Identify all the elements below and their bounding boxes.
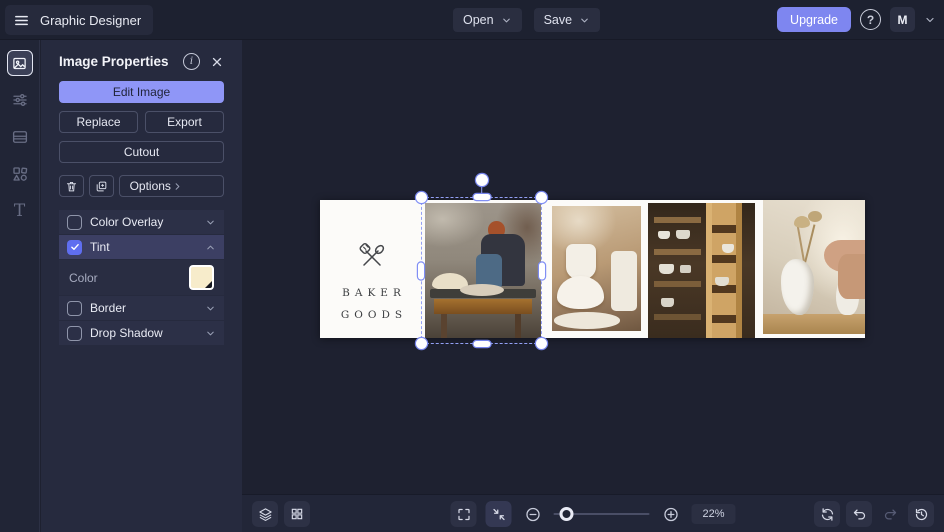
open-button[interactable]: Open	[453, 8, 522, 32]
chevron-down-icon	[579, 15, 590, 26]
drop-shadow-checkbox[interactable]	[67, 325, 82, 341]
photo-vase-with-hand[interactable]	[763, 200, 865, 334]
image-properties-panel: Image Properties i Edit Image Replace Ex…	[41, 40, 242, 532]
chevron-down-icon[interactable]	[205, 303, 216, 314]
sidebar-item-text[interactable]: T	[7, 198, 33, 224]
fit-to-screen-button[interactable]	[485, 501, 512, 527]
zoom-out-icon	[524, 506, 541, 523]
edit-image-button[interactable]: Edit Image	[59, 81, 224, 103]
sidebar: T	[0, 40, 40, 532]
sidebar-item-pages[interactable]	[7, 124, 33, 150]
chevron-down-icon	[501, 15, 512, 26]
main-menu[interactable]: Graphic Designer	[5, 5, 154, 35]
app-title: Graphic Designer	[40, 12, 142, 28]
section-color-overlay[interactable]: Color Overlay	[59, 210, 224, 234]
pages-grid-button[interactable]	[284, 501, 310, 527]
sidebar-item-adjust[interactable]	[7, 87, 33, 113]
shapes-icon	[11, 165, 29, 183]
rotate-handle[interactable]	[475, 174, 488, 186]
save-button[interactable]: Save	[533, 8, 601, 32]
chevron-up-icon[interactable]	[205, 242, 216, 253]
sliders-icon	[11, 91, 29, 109]
cutout-button[interactable]: Cutout	[59, 141, 224, 163]
sidebar-item-media[interactable]	[6, 50, 33, 76]
selection-box[interactable]	[416, 174, 547, 349]
chevron-down-icon[interactable]	[205, 328, 216, 339]
photo-ceramic-bowls[interactable]	[552, 206, 641, 331]
photo-wooden-shelves[interactable]	[648, 203, 755, 338]
tint-color-swatch[interactable]	[189, 265, 214, 290]
canvas[interactable]: BAKER GOODS	[242, 40, 944, 494]
refresh-icon	[820, 507, 835, 522]
chevron-right-icon	[172, 181, 215, 192]
fit-to-screen-icon	[491, 507, 506, 522]
resize-handle-top[interactable]	[473, 194, 490, 200]
tint-color-label: Color	[69, 270, 98, 285]
fullscreen-button[interactable]	[450, 501, 477, 527]
panel-title: Image Properties	[59, 54, 169, 69]
undo-icon	[852, 507, 867, 522]
fullscreen-icon	[456, 507, 471, 522]
tint-color-row: Color	[59, 260, 224, 295]
file-actions: Open Save	[453, 8, 601, 32]
brand-card[interactable]: BAKER GOODS	[320, 200, 423, 338]
resize-handle-top-left[interactable]	[416, 192, 427, 203]
delete-button[interactable]	[59, 175, 84, 197]
trash-icon	[65, 180, 78, 193]
resize-handle-bottom[interactable]	[473, 341, 490, 347]
layers-button[interactable]	[252, 501, 278, 527]
options-button[interactable]: Options	[119, 175, 224, 197]
image-icon	[12, 56, 27, 71]
hamburger-menu-icon[interactable]	[13, 12, 30, 29]
zoom-out-button[interactable]	[521, 501, 545, 527]
pages-icon	[11, 128, 29, 146]
resize-handle-bottom-left[interactable]	[416, 338, 427, 349]
brand-line-1: BAKER	[342, 286, 406, 299]
section-border[interactable]: Border	[59, 296, 224, 320]
redo-button[interactable]	[878, 501, 902, 527]
zoom-slider[interactable]	[553, 501, 650, 527]
resize-handle-top-right[interactable]	[536, 192, 547, 203]
info-icon[interactable]: i	[183, 53, 200, 70]
avatar[interactable]: M	[890, 7, 915, 32]
chevron-down-icon[interactable]	[205, 217, 216, 228]
export-button[interactable]: Export	[145, 111, 224, 133]
reset-view-button[interactable]	[814, 501, 840, 527]
account-chevron-down-icon[interactable]	[924, 14, 936, 26]
zoom-level[interactable]: 22%	[691, 504, 736, 524]
crossed-utensils-icon	[355, 240, 389, 274]
layers-icon	[258, 507, 273, 522]
grid-icon	[290, 507, 304, 521]
history-icon	[914, 507, 929, 522]
duplicate-icon	[95, 180, 108, 193]
border-checkbox[interactable]	[67, 300, 82, 316]
color-overlay-checkbox[interactable]	[67, 214, 82, 230]
zoom-in-button[interactable]	[659, 501, 683, 527]
account-actions: Upgrade ? M	[777, 7, 936, 32]
replace-button[interactable]: Replace	[59, 111, 138, 133]
undo-button[interactable]	[846, 501, 872, 527]
brand-text: BAKER GOODS	[336, 282, 407, 326]
section-tint[interactable]: Tint	[59, 235, 224, 259]
sidebar-item-elements[interactable]	[7, 161, 33, 187]
resize-handle-bottom-right[interactable]	[536, 338, 547, 349]
upgrade-button[interactable]: Upgrade	[777, 7, 851, 32]
zoom-in-icon	[662, 506, 679, 523]
duplicate-button[interactable]	[89, 175, 114, 197]
close-icon[interactable]	[210, 55, 224, 69]
section-drop-shadow[interactable]: Drop Shadow	[59, 321, 224, 345]
bottom-toolbar: 22%	[242, 494, 944, 532]
resize-handle-left[interactable]	[418, 262, 424, 279]
top-bar: Graphic Designer Open Save Upgrade ? M	[0, 0, 944, 40]
text-icon: T	[13, 201, 26, 221]
zoom-slider-knob[interactable]	[559, 507, 574, 521]
redo-icon	[883, 507, 898, 522]
help-icon[interactable]: ?	[860, 9, 881, 30]
brand-line-2: GOODS	[340, 309, 408, 321]
resize-handle-right[interactable]	[539, 262, 545, 279]
tint-checkbox[interactable]	[67, 239, 82, 255]
history-button[interactable]	[908, 501, 934, 527]
